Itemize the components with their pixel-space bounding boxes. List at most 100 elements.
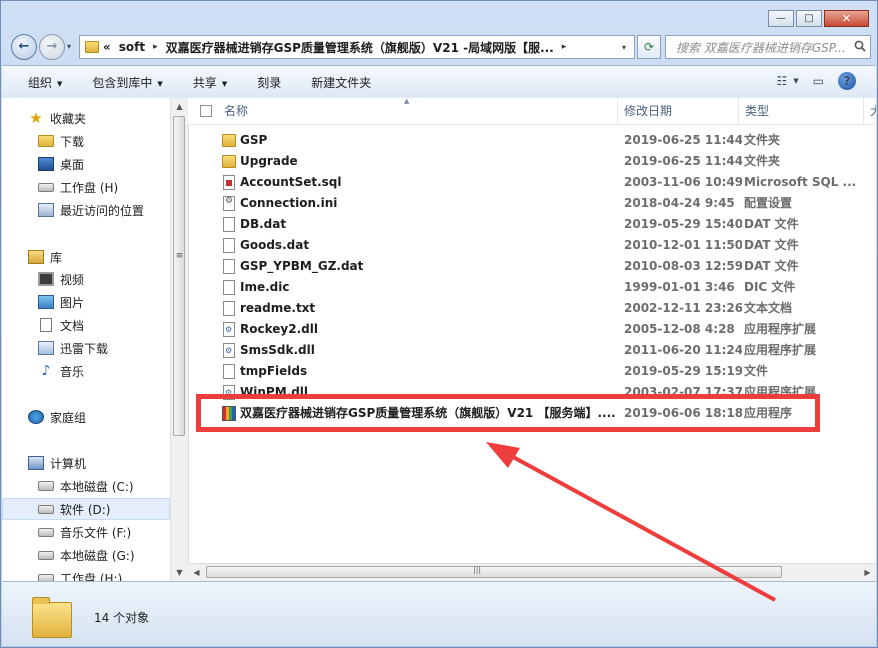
file-icon xyxy=(223,301,235,316)
folder-icon xyxy=(222,155,236,168)
include-in-library-menu[interactable]: 包含到库中 ▼ xyxy=(92,74,162,91)
sidebar-item-drive-h[interactable]: 工作盘 (H:) xyxy=(2,567,170,581)
search-input[interactable]: 搜索 双嘉医疗器械进销存GSP... xyxy=(666,39,850,56)
explorer-window: — □ ✕ ← → ▾ « soft ▸ 双嘉医疗器械进销存GSP质量管理系统（… xyxy=(0,0,878,648)
file-row[interactable]: 双嘉医疗器械进销存GSP质量管理系统（旗舰版）V21 【服务端】.... 2019… xyxy=(188,403,876,424)
preview-pane-icon[interactable]: ▭ xyxy=(813,74,824,88)
select-all-checkbox[interactable] xyxy=(200,105,212,117)
back-button[interactable]: ← xyxy=(11,34,37,60)
file-row[interactable]: readme.txt 2002-12-11 23:26 文本文档 xyxy=(188,298,876,319)
document-icon xyxy=(40,318,52,332)
drive-icon xyxy=(38,182,54,192)
music-note-icon: ♪ xyxy=(41,363,51,379)
sidebar-item-recent[interactable]: 最近访问的位置 xyxy=(2,199,170,221)
column-headers: ▲ 名称 修改日期 类型 大 xyxy=(188,98,876,125)
file-row[interactable]: GSP 2019-06-25 11:44 文件夹 xyxy=(188,130,876,151)
search-icon[interactable] xyxy=(850,40,870,55)
column-header-name[interactable]: 名称 xyxy=(218,98,618,124)
file-row[interactable]: Upgrade 2019-06-25 11:44 文件夹 xyxy=(188,151,876,172)
sidebar-item-music[interactable]: ♪ 音乐 xyxy=(2,360,170,382)
file-row[interactable]: GSP_YPBM_GZ.dat 2010-08-03 12:59 DAT 文件 xyxy=(188,256,876,277)
sidebar-item-drive-f[interactable]: 音乐文件 (F:) xyxy=(2,521,170,543)
homegroup-icon xyxy=(28,410,44,424)
sidebar-item-label: 迅雷下载 xyxy=(60,341,109,356)
file-row[interactable]: Rockey2.dll 2005-12-08 4:28 应用程序扩展 xyxy=(188,319,876,340)
sidebar-item-favorites[interactable]: ★ 收藏夹 xyxy=(2,107,170,129)
recent-pages-dropdown[interactable]: ▾ xyxy=(67,42,71,51)
share-menu[interactable]: 共享 ▼ xyxy=(193,74,227,91)
maximize-button[interactable]: □ xyxy=(796,10,822,27)
file-row[interactable]: WinPM.dll 2003-02-07 17:37应用程序扩展 xyxy=(188,382,876,403)
search-box[interactable]: 搜索 双嘉医疗器械进销存GSP... xyxy=(665,35,871,59)
file-row[interactable]: Connection.ini 2018-04-24 9:45 配置设置 xyxy=(188,193,876,214)
sidebar-item-computer[interactable]: 计算机 xyxy=(2,452,170,474)
scroll-up-icon[interactable]: ▲ xyxy=(171,98,188,115)
minimize-icon: — xyxy=(776,12,786,24)
file-date-modified: 1999-01-01 3:46 xyxy=(624,280,735,294)
navigation-pane-scrollbar[interactable]: ▲ ≡ ▼ xyxy=(170,98,189,581)
new-folder-button[interactable]: 新建文件夹 xyxy=(311,74,371,91)
change-view-icon[interactable]: ☷ xyxy=(777,74,788,88)
file-name: readme.txt xyxy=(240,301,316,315)
file-type: 文件夹 xyxy=(744,154,781,168)
breadcrumb-current-folder[interactable]: 双嘉医疗器械进销存GSP质量管理系统（旗舰版）V21 -局域网版【服... xyxy=(166,39,554,56)
breadcrumb-separator-icon[interactable]: ▸ xyxy=(562,42,567,52)
back-arrow-icon: ← xyxy=(18,39,30,55)
file-type: DAT 文件 xyxy=(744,238,799,252)
forward-button[interactable]: → xyxy=(39,34,65,60)
file-date-modified: 2011-06-20 11:24 xyxy=(624,343,742,357)
sidebar-item-xunlei[interactable]: 迅雷下载 xyxy=(2,337,170,359)
dropdown-arrow-icon: ▼ xyxy=(221,79,228,88)
download-folder-icon xyxy=(38,341,54,355)
sidebar-item-drive-d[interactable]: 软件 (D:) xyxy=(2,498,170,520)
sidebar-item-label: 工作盘 (H) xyxy=(60,180,119,195)
sidebar-item-homegroup[interactable]: 家庭组 xyxy=(2,406,170,428)
file-list: ▲ 名称 修改日期 类型 大 GSP2019-06-25 11:44文件夹Upg… xyxy=(188,98,876,581)
sql-file-icon xyxy=(223,175,235,190)
file-row[interactable]: DB.dat 2019-05-29 15:40 DAT 文件 xyxy=(188,214,876,235)
address-bar[interactable]: « soft ▸ 双嘉医疗器械进销存GSP质量管理系统（旗舰版）V21 -局域网… xyxy=(79,35,635,59)
file-list-horizontal-scrollbar[interactable]: ◀ ||| ▶ xyxy=(188,563,876,581)
star-icon: ★ xyxy=(29,109,43,127)
scroll-down-icon[interactable]: ▼ xyxy=(171,564,188,581)
column-header-size[interactable]: 大 xyxy=(864,98,876,124)
breadcrumb-separator-icon[interactable]: ▸ xyxy=(153,42,158,52)
sidebar-item-work-drive[interactable]: 工作盘 (H) xyxy=(2,176,170,198)
file-type: DAT 文件 xyxy=(744,217,799,231)
file-row[interactable]: tmpFields 2019-05-29 15:19 文件 xyxy=(188,361,876,382)
refresh-button[interactable]: ⟳ xyxy=(637,35,661,59)
library-icon xyxy=(28,250,44,264)
sidebar-item-libraries[interactable]: 库 xyxy=(2,246,170,268)
breadcrumb-soft[interactable]: soft xyxy=(119,40,145,54)
sidebar-item-documents[interactable]: 文档 xyxy=(2,314,170,336)
sidebar-item-label: 音乐文件 (F:) xyxy=(60,525,132,540)
recent-places-icon xyxy=(38,203,54,217)
file-row[interactable]: Goods.dat 2010-12-01 11:50 DAT 文件 xyxy=(188,235,876,256)
sidebar-item-downloads[interactable]: 下载 xyxy=(2,130,170,152)
minimize-button[interactable]: — xyxy=(768,10,794,27)
view-options-arrow-icon[interactable]: ▼ xyxy=(793,77,798,85)
sidebar-item-drive-c[interactable]: 本地磁盘 (C:) xyxy=(2,475,170,497)
column-header-type[interactable]: 类型 xyxy=(739,98,864,124)
help-icon[interactable]: ? xyxy=(838,72,856,90)
file-row[interactable]: SmsSdk.dll 2011-06-20 11:24应用程序扩展 xyxy=(188,340,876,361)
sidebar-item-videos[interactable]: 视频 xyxy=(2,268,170,290)
column-header-date[interactable]: 修改日期 xyxy=(618,98,739,124)
sidebar-item-pictures[interactable]: 图片 xyxy=(2,291,170,313)
organize-menu[interactable]: 组织 ▼ xyxy=(28,74,62,91)
sidebar-item-desktop[interactable]: 桌面 xyxy=(2,153,170,175)
scroll-right-icon[interactable]: ▶ xyxy=(859,564,876,581)
file-row[interactable]: Ime.dic 1999-01-01 3:46 DIC 文件 xyxy=(188,277,876,298)
file-row[interactable]: AccountSet.sql 2003-11-06 10:49 Microsoft … xyxy=(188,172,876,193)
address-dropdown-icon[interactable]: ▾ xyxy=(622,43,626,52)
breadcrumb-overflow[interactable]: « xyxy=(103,40,111,54)
close-button[interactable]: ✕ xyxy=(824,10,869,27)
burn-button[interactable]: 刻录 xyxy=(257,74,281,91)
sidebar-item-label: 下载 xyxy=(60,134,85,149)
scrollbar-thumb[interactable] xyxy=(206,566,782,578)
scrollbar-thumb[interactable] xyxy=(173,116,185,436)
sidebar-item-drive-g[interactable]: 本地磁盘 (G:) xyxy=(2,544,170,566)
scroll-left-icon[interactable]: ◀ xyxy=(188,564,205,581)
file-icon xyxy=(223,280,235,295)
file-date-modified: 2002-12-11 23:26 xyxy=(624,301,742,315)
